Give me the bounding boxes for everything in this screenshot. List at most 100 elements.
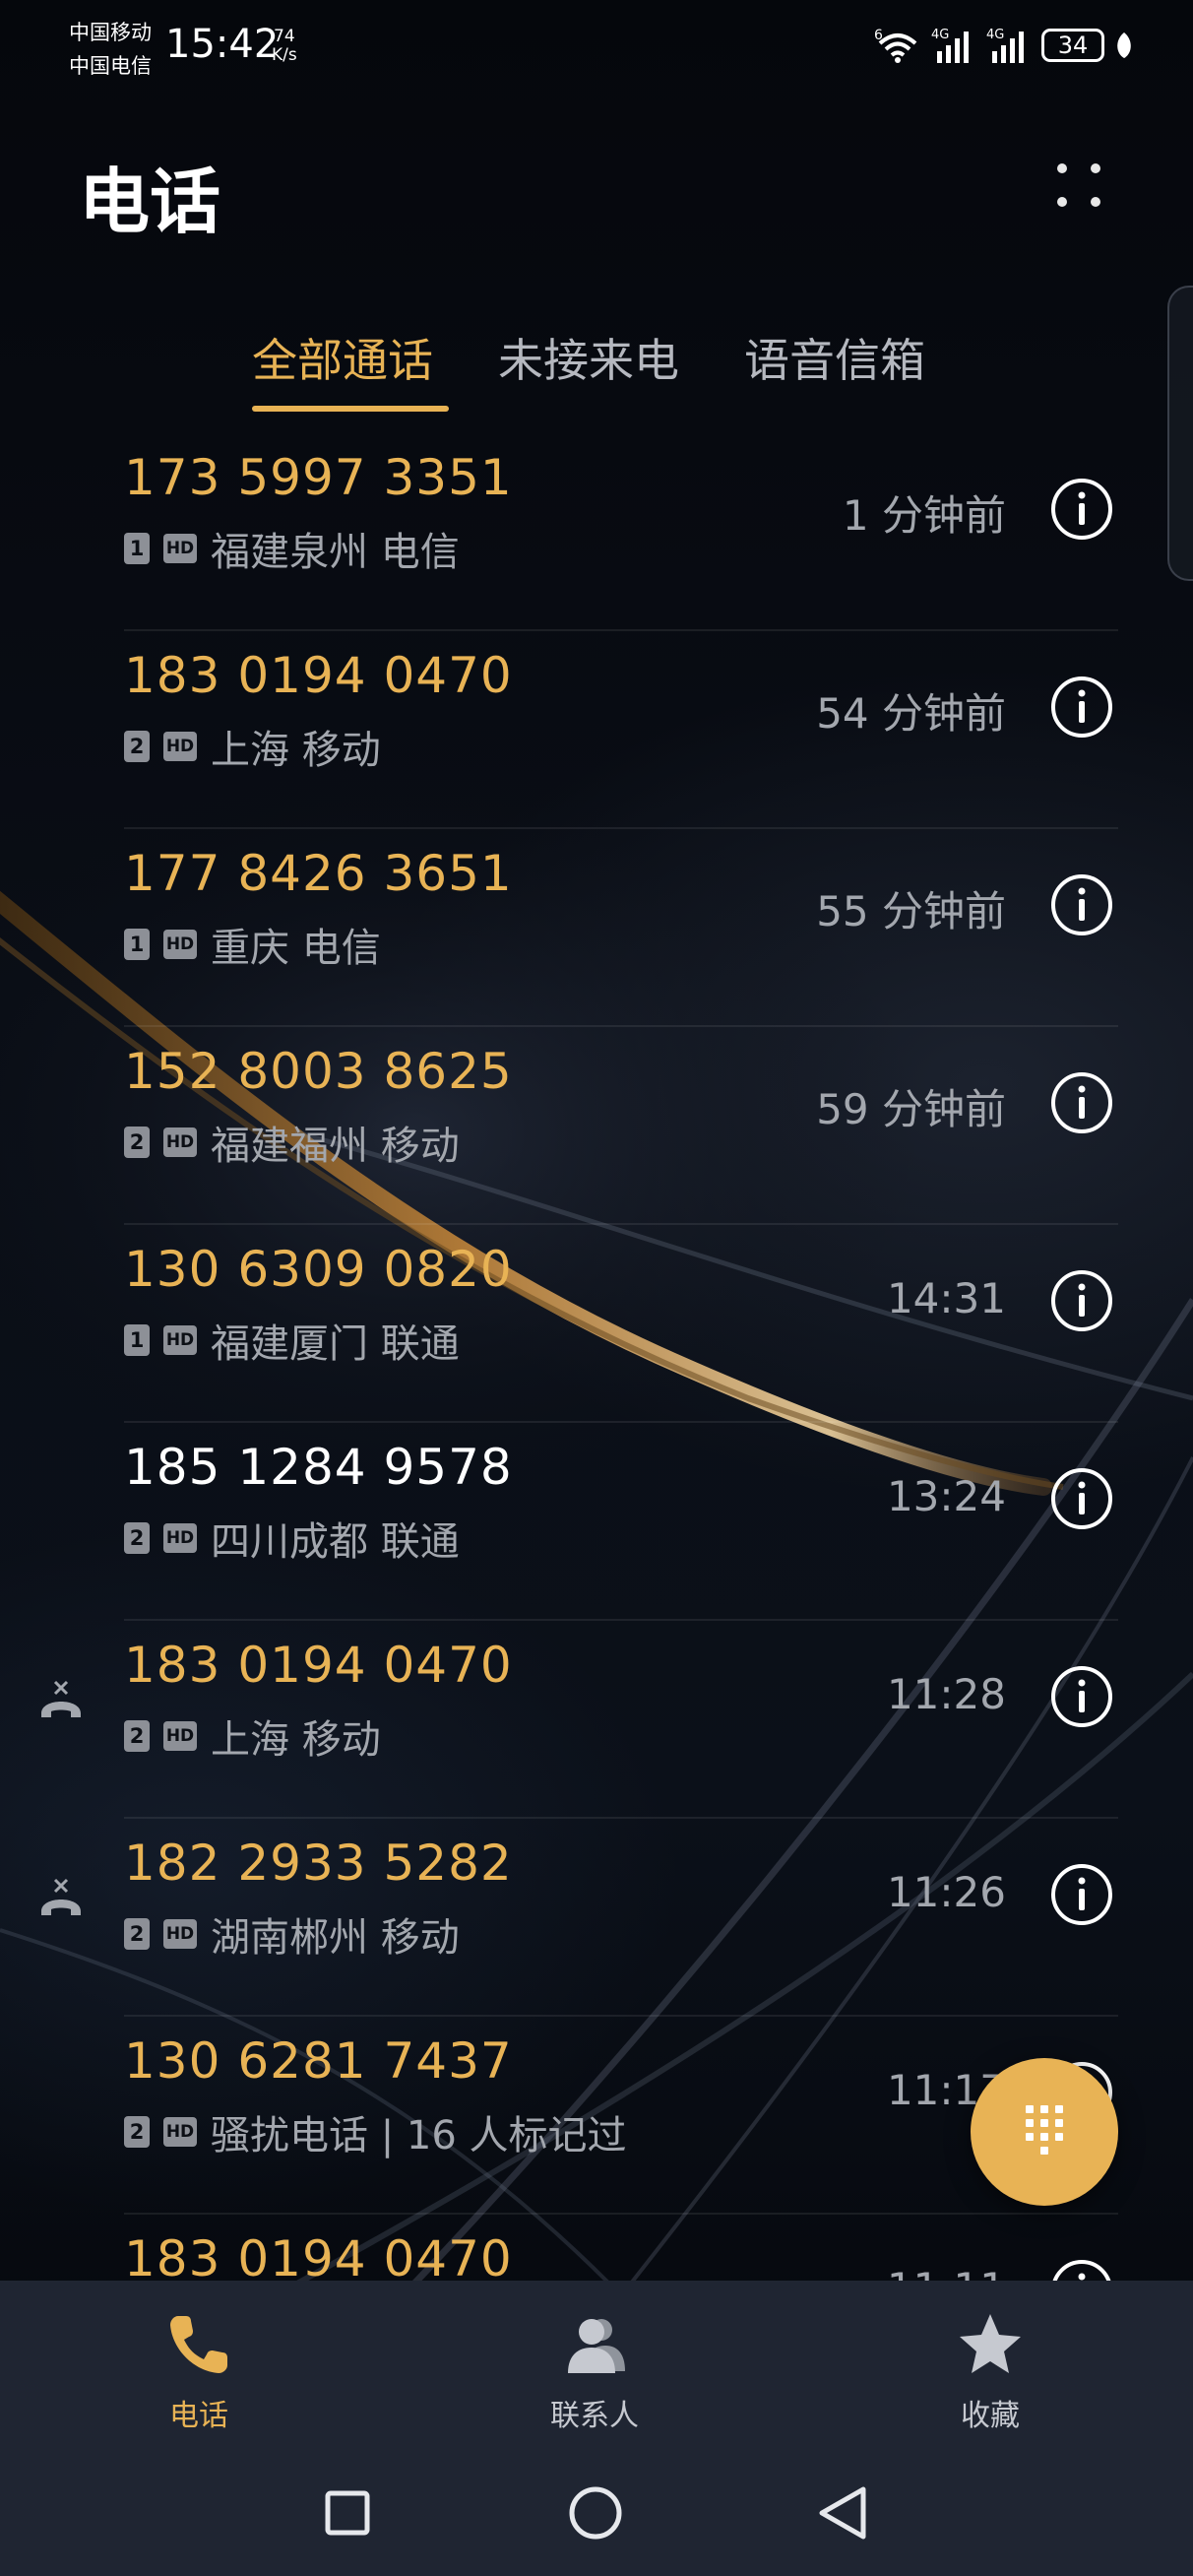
call-meta: 2 HD 骚扰电话 | 16 人标记过	[124, 2103, 627, 2160]
call-location: 福建泉州 电信	[211, 530, 460, 575]
hd-badge: HD	[163, 732, 197, 761]
carrier-names: 中国移动 中国电信	[69, 16, 152, 83]
sim2-signal-icon: 4G	[986, 28, 1024, 63]
call-meta: 1 HD 福建泉州 电信	[124, 520, 460, 577]
contacts-icon	[568, 2319, 625, 2373]
dialpad-button[interactable]	[971, 2058, 1118, 2206]
info-icon[interactable]	[1049, 1664, 1114, 1729]
call-meta: 2 HD 四川成都 联通	[124, 1510, 460, 1567]
info-icon[interactable]	[1049, 1466, 1114, 1531]
info-icon[interactable]	[1049, 1070, 1114, 1135]
bottom-navigation: 电话 联系人 收藏	[0, 2281, 1193, 2576]
network-speed-value: 74	[274, 27, 295, 46]
tab-missed-calls[interactable]: 未接来电	[498, 325, 679, 390]
missed-call-icon	[41, 1680, 81, 1717]
call-time: 1 分钟前	[842, 491, 1006, 540]
network-speed-unit: K/s	[272, 45, 297, 65]
leaf-icon	[1117, 32, 1131, 58]
square-icon[interactable]	[308, 2474, 387, 2552]
call-location: 重庆 电信	[211, 926, 381, 971]
hd-badge: HD	[163, 1919, 197, 1949]
more-dots-icon[interactable]	[1053, 160, 1104, 211]
sim1-signal-icon: 4G	[931, 28, 969, 63]
network-speed: 74 K/s	[272, 28, 297, 65]
call-number: 173 5997 3351	[124, 449, 513, 506]
info-icon[interactable]	[1049, 872, 1114, 937]
call-location: 四川成都 联通	[211, 1519, 460, 1565]
tab-all-calls[interactable]: 全部通话	[252, 325, 433, 390]
status-time: 15:42	[165, 22, 280, 67]
call-number: 185 1284 9578	[124, 1439, 513, 1496]
call-log-row[interactable]: 152 8003 8625 2 HD 福建福州 移动 59 分钟前	[0, 1027, 1193, 1225]
call-log-row[interactable]: 173 5997 3351 1 HD 福建泉州 电信 1 分钟前	[0, 433, 1193, 631]
call-number: 130 6281 7437	[124, 2032, 513, 2090]
info-icon[interactable]	[1049, 2258, 1114, 2281]
carrier-1: 中国移动	[69, 21, 152, 44]
call-time: 14:31	[886, 1274, 1006, 1322]
call-meta: 1 HD 福建厦门 联通	[124, 1312, 460, 1369]
nav-label-contacts: 联系人	[550, 2399, 639, 2433]
nav-item-favorites[interactable]: 收藏	[892, 2310, 1089, 2434]
call-log-list[interactable]: 173 5997 3351 1 HD 福建泉州 电信 1 分钟前 183 0194 047…	[0, 433, 1193, 2281]
call-time: 54 分钟前	[816, 689, 1006, 738]
call-number: 183 0194 0470	[124, 647, 513, 704]
info-icon[interactable]	[1049, 477, 1114, 542]
active-tab-indicator	[252, 406, 449, 412]
call-number: 183 0194 0470	[124, 2230, 513, 2281]
hd-badge: HD	[163, 2117, 197, 2147]
nav-item-phone[interactable]: 电话	[100, 2310, 297, 2434]
call-time: 59 分钟前	[816, 1085, 1006, 1133]
call-time: 55 分钟前	[816, 887, 1006, 935]
sim-badge: 2	[124, 1918, 150, 1950]
call-location: 骚扰电话 | 16 人标记过	[211, 2113, 627, 2158]
phone-app-screen: 中国移动 中国电信 15:42 74 K/s 6 4G 4G 34 电话 全部通…	[0, 0, 1193, 2576]
carrier-2: 中国电信	[69, 54, 152, 78]
call-log-row[interactable]: 182 2933 5282 2 HD 湖南郴州 移动 11:26	[0, 1819, 1193, 2017]
page-title: 电话	[79, 161, 221, 243]
sim-badge: 1	[124, 929, 150, 960]
hd-badge: HD	[163, 1325, 197, 1355]
sim-badge: 1	[124, 533, 150, 564]
call-time: 11:28	[886, 1670, 1006, 1718]
call-time: 11:11	[887, 2264, 1006, 2281]
call-number: 130 6309 0820	[124, 1241, 513, 1298]
hd-badge: HD	[163, 1523, 197, 1553]
sim-badge: 2	[124, 1720, 150, 1752]
nav-item-contacts[interactable]: 联系人	[496, 2310, 693, 2434]
circle-icon[interactable]	[556, 2474, 635, 2552]
call-log-row[interactable]: 130 6309 0820 1 HD 福建厦门 联通 14:31	[0, 1225, 1193, 1423]
sim-badge: 2	[124, 1522, 150, 1554]
call-time: 11:26	[886, 1868, 1006, 1916]
call-number: 152 8003 8625	[124, 1043, 513, 1100]
sim-badge: 2	[124, 731, 150, 762]
call-number: 183 0194 0470	[124, 1637, 513, 1694]
info-icon[interactable]	[1049, 1862, 1114, 1927]
call-location: 上海 移动	[211, 1717, 381, 1763]
system-navigation-bar	[0, 2474, 1193, 2552]
back-triangle-icon[interactable]	[804, 2474, 883, 2552]
call-log-row[interactable]: 183 0194 0470 2 HD 上海 移动 54 分钟前	[0, 631, 1193, 829]
hd-badge: HD	[163, 1721, 197, 1751]
hd-badge: HD	[163, 1127, 197, 1157]
sim-badge: 1	[124, 1324, 150, 1356]
info-icon[interactable]	[1049, 1268, 1114, 1333]
call-meta: 2 HD 上海 移动	[124, 718, 381, 775]
info-icon[interactable]	[1049, 675, 1114, 740]
call-log-row[interactable]: 177 8426 3651 1 HD 重庆 电信 55 分钟前	[0, 829, 1193, 1027]
sim-badge: 2	[124, 2116, 150, 2148]
call-number: 182 2933 5282	[124, 1835, 513, 1892]
call-time: 13:24	[886, 1472, 1006, 1520]
status-icons: 6 4G 4G 34	[874, 26, 1134, 65]
dialpad-icon	[1026, 2105, 1063, 2155]
call-log-row[interactable]: 183 0194 0470 2 HD 上海 移动 11:28	[0, 1621, 1193, 1819]
hd-badge: HD	[163, 534, 197, 563]
call-log-row[interactable]: 185 1284 9578 2 HD 四川成都 联通 13:24	[0, 1423, 1193, 1621]
sim2-network-label: 4G	[986, 28, 1004, 42]
tab-voicemail[interactable]: 语音信箱	[744, 325, 925, 390]
call-location: 湖南郴州 移动	[211, 1915, 460, 1961]
sim1-network-label: 4G	[931, 28, 949, 42]
call-location: 福建厦门 联通	[211, 1321, 460, 1367]
call-location: 上海 移动	[211, 728, 381, 773]
call-log-row[interactable]: 183 0194 0470 11:11	[0, 2215, 1193, 2281]
wifi-icon: 6	[874, 28, 917, 63]
